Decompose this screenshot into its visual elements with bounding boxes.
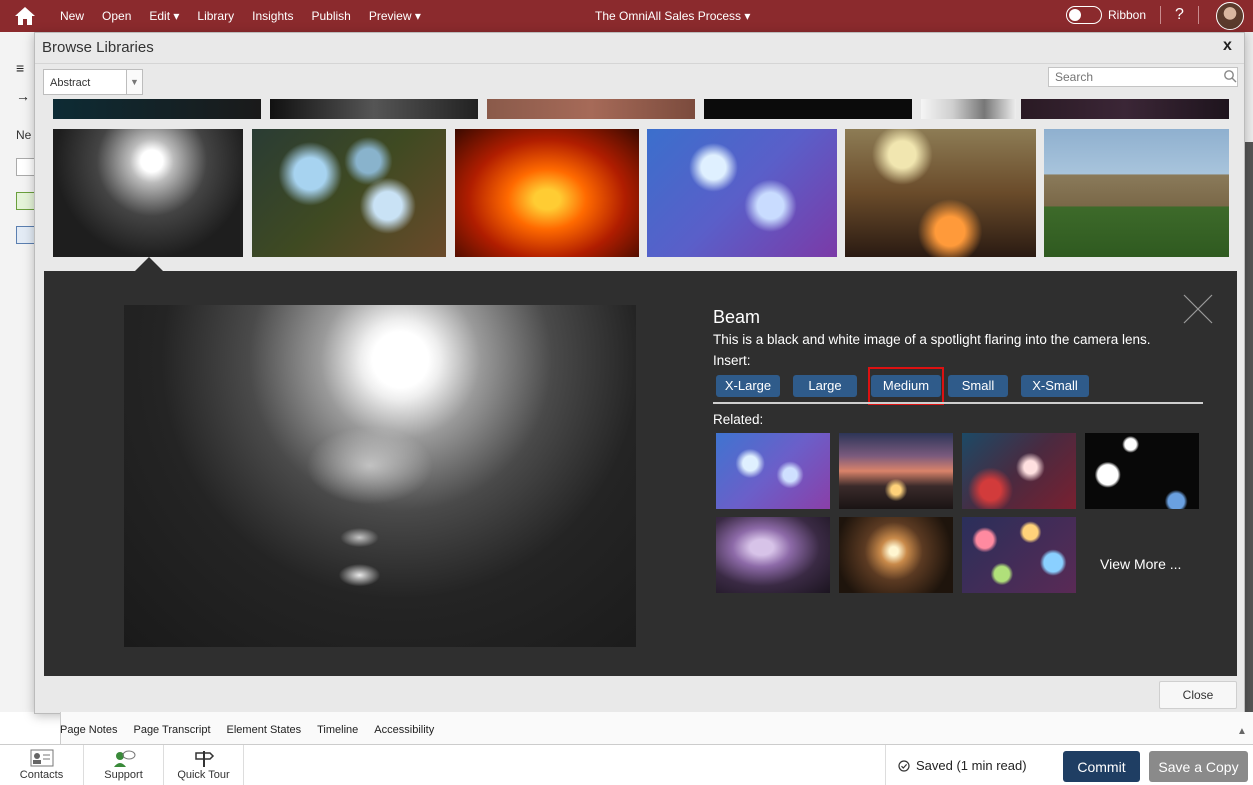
menu-preview[interactable]: Preview ▾ [369,9,421,23]
thumbnail-beam[interactable] [53,129,243,257]
contacts-label: Contacts [19,769,64,781]
modal-title: Browse Libraries [42,39,154,56]
document-title-dropdown[interactable]: The OmniAll Sales Process ▾ [595,9,750,23]
menu-new[interactable]: New [60,9,84,23]
check-circle-icon [898,759,910,772]
menu-open[interactable]: Open [102,9,131,23]
user-avatar[interactable] [1216,2,1244,30]
contacts-icon [30,749,53,767]
selection-pointer [135,257,163,271]
thumbnail[interactable] [455,129,639,257]
save-a-copy-button[interactable]: Save a Copy [1149,751,1248,782]
tab-accessibility[interactable]: Accessibility [374,724,434,744]
modal-close-icon[interactable]: x [1223,37,1232,55]
thumbnail[interactable] [704,99,912,119]
menu-icon: ≡ [16,60,25,76]
menu-edit[interactable]: Edit ▾ [149,9,179,23]
related-thumbnail[interactable] [839,433,953,509]
support-label: Support [104,769,143,781]
insert-small-button[interactable]: Small [948,375,1008,397]
thumbnail-row-partial [53,99,1229,119]
save-status-text: Saved (1 min read) [916,758,1027,773]
page-tabs: Page Notes Page Transcript Element State… [60,724,434,744]
related-thumbnail[interactable] [962,517,1076,593]
menu-library[interactable]: Library [197,9,234,23]
thumbnail[interactable] [1044,129,1229,257]
bottom-bar: Contacts Support Quick Tour Saved (1 min… [0,744,1253,785]
divider [713,402,1203,404]
browse-libraries-modal: Browse Libraries x Abstract ▼ Beam This … [34,32,1245,714]
collapse-icon[interactable]: ▲ [1237,726,1247,737]
thumbnail[interactable] [53,99,261,119]
thumbnail[interactable] [845,129,1036,257]
ribbon-toggle[interactable] [1066,6,1102,24]
thumbnail[interactable] [270,99,478,119]
background-right-strip-top [1244,32,1253,142]
menu-publish[interactable]: Publish [311,9,350,23]
help-icon[interactable]: ? [1175,6,1184,24]
thumbnail[interactable] [487,99,695,119]
related-thumbnail[interactable] [716,433,830,509]
home-icon[interactable] [14,6,36,26]
insert-xsmall-button[interactable]: X-Small [1021,375,1089,397]
insert-large-button[interactable]: Large [793,375,857,397]
ribbon-label: Ribbon [1108,8,1147,22]
contacts-button[interactable]: Contacts [0,745,84,785]
tab-page-transcript[interactable]: Page Transcript [133,724,210,744]
app-topbar: New Open Edit ▾ Library Insights Publish… [0,0,1253,32]
image-detail-panel: Beam This is a black and white image of … [44,271,1237,676]
search-input[interactable] [1048,67,1238,87]
layout-icon [16,158,36,176]
quick-tour-button[interactable]: Quick Tour [164,745,244,785]
tab-timeline[interactable]: Timeline [317,724,358,744]
related-thumbnail[interactable] [1085,433,1199,509]
arrow-icon: → [16,88,30,104]
quick-tour-label: Quick Tour [177,769,230,781]
image-description: This is a black and white image of a spo… [713,332,1151,347]
thumbnail[interactable] [921,99,1016,119]
top-menu: New Open Edit ▾ Library Insights Publish… [60,9,421,23]
support-icon [113,750,135,767]
highlight-box [868,367,944,405]
tab-element-states[interactable]: Element States [227,724,302,744]
ribbon-controls: Ribbon ? [1066,6,1207,24]
question-block-icon [16,192,36,210]
save-status: Saved (1 min read) [885,745,1053,785]
thumbnail[interactable] [252,129,446,257]
insert-label: Insert: [713,353,751,368]
search-block-icon [16,226,36,244]
related-label: Related: [713,412,764,427]
thumbnail[interactable] [1021,99,1229,119]
chevron-down-icon[interactable]: ▼ [126,69,143,95]
insert-xlarge-button[interactable]: X-Large [716,375,780,397]
background-left-panel: ≡ → Ne [0,32,36,712]
thumbnail[interactable] [647,129,837,257]
close-button[interactable]: Close [1159,681,1237,709]
support-button[interactable]: Support [84,745,164,785]
divider [35,63,1244,64]
divider [1160,6,1162,24]
close-icon[interactable] [1182,293,1214,325]
search-icon[interactable] [1223,69,1237,83]
signpost-icon [194,751,214,767]
commit-button[interactable]: Commit [1063,751,1140,782]
menu-insights[interactable]: Insights [252,9,293,23]
divider [1197,6,1199,24]
related-thumbnail[interactable] [839,517,953,593]
related-thumbnail[interactable] [962,433,1076,509]
background-label: Ne [16,128,32,142]
related-thumbnail[interactable] [716,517,830,593]
image-title: Beam [713,307,761,327]
tab-page-notes[interactable]: Page Notes [60,724,117,744]
preview-image [124,305,636,647]
view-more-link[interactable]: View More ... [1100,556,1181,572]
